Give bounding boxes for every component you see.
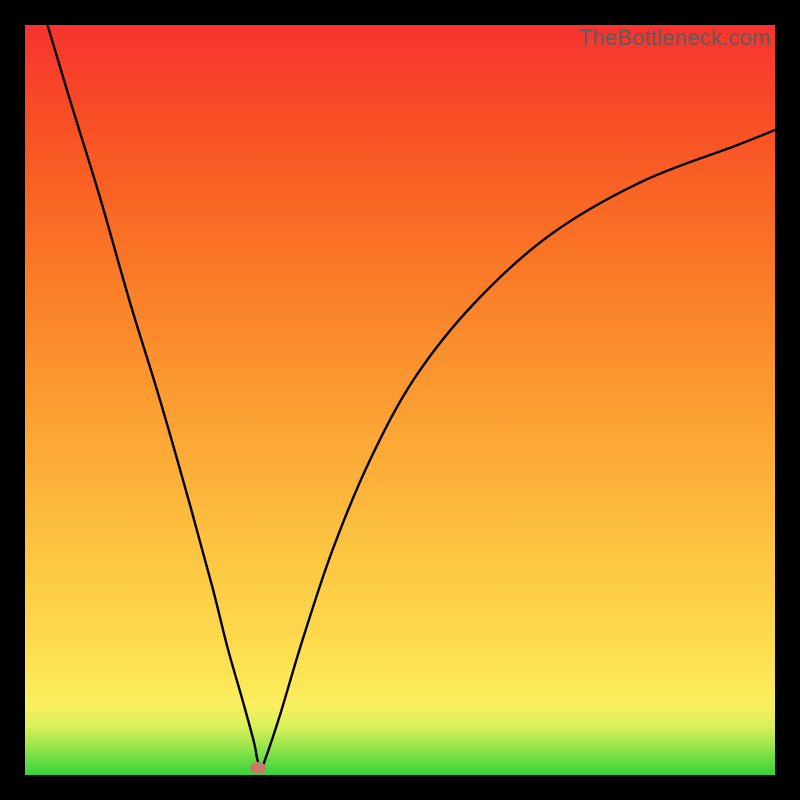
plot-area: TheBottleneck.com	[25, 25, 775, 775]
minimum-marker	[250, 762, 266, 774]
watermark-label: TheBottleneck.com	[579, 25, 771, 51]
chart-container: TheBottleneck.com	[0, 0, 800, 800]
bottleneck-curve	[25, 25, 775, 775]
